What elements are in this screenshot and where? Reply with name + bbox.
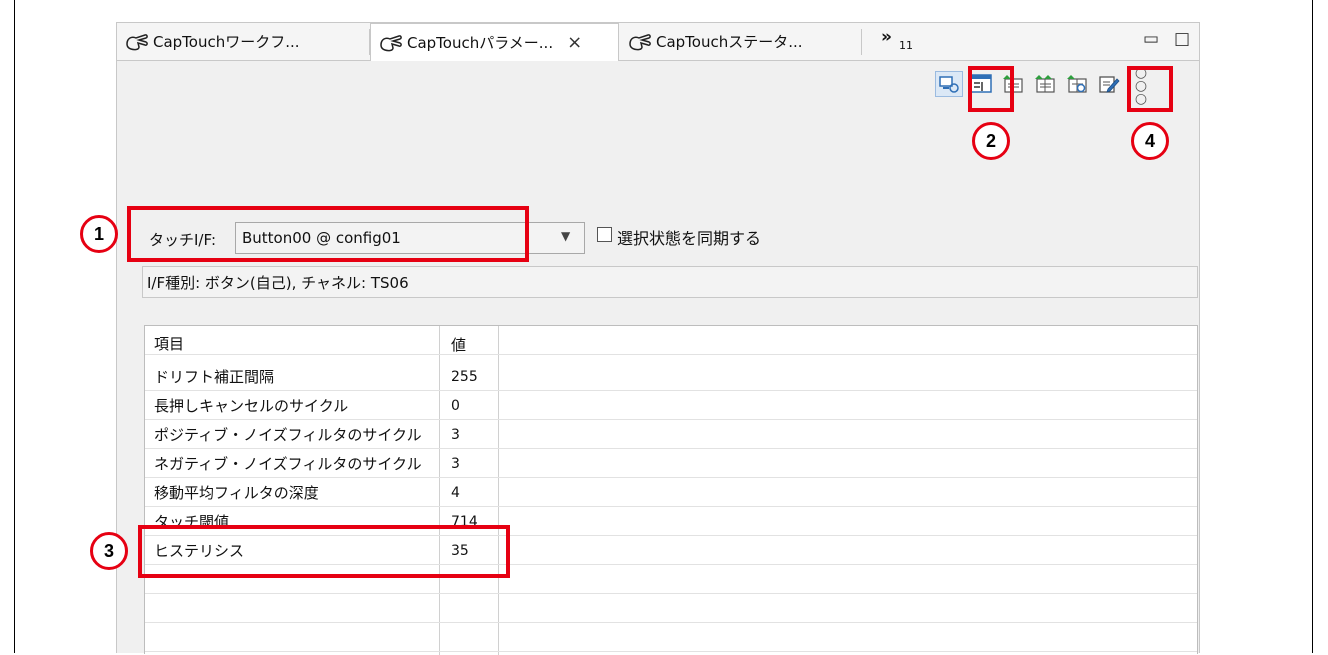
- row-value: 4: [451, 485, 460, 501]
- parameter-table: 項目 値 ドリフト補正間隔 255 長押しキャンセルのサイクル 0 ポジティブ・…: [144, 325, 1198, 655]
- sync-selection-label: 選択状態を同期する: [617, 229, 762, 248]
- row-item: ドリフト補正間隔: [154, 368, 275, 386]
- page-border-right: [1312, 0, 1313, 653]
- row-item: ポジティブ・ノイズフィルタのサイクル: [154, 426, 422, 444]
- hand-pointer-icon: [629, 33, 651, 50]
- tab-overflow-count: 11: [899, 39, 913, 52]
- tab-separator: [861, 29, 862, 55]
- hand-pointer-icon: [126, 33, 148, 50]
- callout-1: 1: [80, 215, 118, 253]
- if-info-line: I/F種別: ボタン(自己), チャネル: TS06: [142, 266, 1198, 298]
- callout-2: 2: [972, 122, 1010, 160]
- edit-icon: [1099, 76, 1120, 93]
- sync-selection-checkbox[interactable]: [597, 227, 612, 242]
- hand-pointer-icon: [380, 34, 402, 51]
- table-header-row: 項目 値: [145, 326, 1197, 355]
- tab-captouch-parameter[interactable]: CapTouchパラメー... ×: [370, 23, 619, 61]
- row-value: 3: [451, 456, 460, 472]
- table-row-empty: [145, 623, 1197, 652]
- table-row-empty: [145, 594, 1197, 623]
- row-item: 長押しキャンセルのサイクル: [154, 397, 349, 415]
- column-header-item[interactable]: 項目: [154, 333, 184, 354]
- highlight-parameter-list-button: [968, 66, 1014, 112]
- table-row[interactable]: ネガティブ・ノイズフィルタのサイクル 3: [145, 449, 1197, 478]
- table-row[interactable]: 長押しキャンセルのサイクル 0: [145, 391, 1197, 420]
- tab-bar: CapTouchワークフ... CapTouchパラメー... × CapTou…: [117, 23, 1199, 61]
- monitor-icon: [939, 76, 959, 93]
- callout-3: 3: [90, 532, 128, 570]
- callout-4: 4: [1131, 122, 1169, 160]
- row-value: 255: [451, 369, 478, 385]
- tab-captouch-status[interactable]: CapTouchステータ...: [620, 23, 860, 60]
- table-row[interactable]: ドリフト補正間隔 255: [145, 362, 1197, 391]
- table-row[interactable]: 移動平均フィルタの深度 4: [145, 478, 1197, 507]
- row-value: 0: [451, 398, 460, 414]
- tab-overflow-chevron[interactable]: »: [881, 27, 892, 47]
- upload-all-icon: [1035, 75, 1055, 93]
- edit-button[interactable]: [1095, 71, 1123, 97]
- maximize-icon[interactable]: □: [1174, 29, 1190, 49]
- highlight-edit-button: [1127, 66, 1173, 112]
- highlight-touch-if: [127, 206, 529, 262]
- tab-label: CapTouchステータ...: [656, 33, 803, 51]
- close-icon[interactable]: ×: [567, 32, 582, 53]
- row-value: 3: [451, 427, 460, 443]
- monitor-button[interactable]: [935, 71, 963, 97]
- table-row[interactable]: ポジティブ・ノイズフィルタのサイクル 3: [145, 420, 1197, 449]
- upload-all-button[interactable]: [1031, 71, 1059, 97]
- dropdown-arrow-icon[interactable]: ▼: [561, 229, 570, 243]
- minimize-icon[interactable]: ▭: [1143, 29, 1159, 49]
- page-border-left: [14, 0, 15, 653]
- tab-label: CapTouchパラメー...: [407, 34, 554, 52]
- highlight-touch-threshold-row: [138, 525, 510, 578]
- if-info-text: I/F種別: ボタン(自己), チャネル: TS06: [147, 273, 409, 292]
- row-item: ネガティブ・ノイズフィルタのサイクル: [154, 455, 422, 473]
- tab-captouch-workflow[interactable]: CapTouchワークフ...: [117, 23, 369, 60]
- column-header-value[interactable]: 値: [451, 334, 466, 355]
- tab-label: CapTouchワークフ...: [153, 33, 300, 51]
- refresh-icon: [1067, 75, 1087, 93]
- row-item: 移動平均フィルタの深度: [154, 484, 319, 502]
- refresh-button[interactable]: [1063, 71, 1091, 97]
